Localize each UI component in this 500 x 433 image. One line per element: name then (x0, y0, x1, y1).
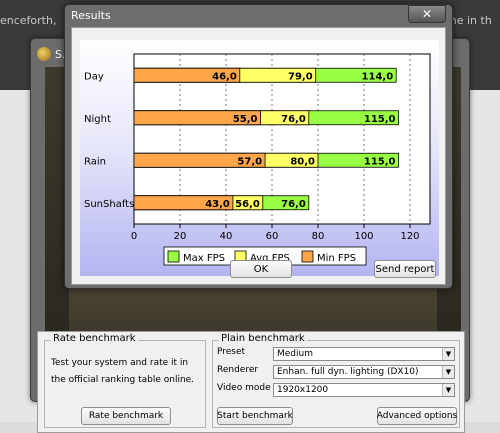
category-label: Night (84, 114, 111, 125)
category-label: SunShafts (84, 199, 134, 210)
plain-benchmark-group: Plain benchmark Preset Medium ▼ Renderer… (212, 333, 460, 428)
x-tick-label: 80 (312, 231, 325, 242)
results-window: Results ✕ 0 20 40 60 80 100 120 Day 114,0 79,0 46,… (64, 4, 453, 289)
renderer-value: Enhan. full dyn. lighting (DX10) (277, 367, 419, 377)
x-tick-label: 100 (354, 231, 373, 242)
send-report-button[interactable]: Send report (374, 260, 436, 278)
data-label: 114,0 (362, 71, 394, 82)
data-label: 56,0 (235, 199, 260, 210)
start-benchmark-button[interactable]: Start benchmark (217, 407, 293, 425)
preset-select[interactable]: Medium ▼ (273, 347, 455, 361)
rate-benchmark-description: Test your system and rate it in the offi… (51, 358, 195, 385)
rate-benchmark-group: Rate benchmark Test your system and rate… (44, 333, 206, 428)
renderer-label: Renderer (217, 365, 259, 375)
dropdown-arrow-icon[interactable]: ▼ (442, 348, 454, 360)
data-label: 80,0 (290, 156, 315, 167)
launcher-controls: Rate benchmark Test your system and rate… (37, 331, 465, 433)
x-tick-label: 60 (266, 231, 279, 242)
results-title: Results (71, 9, 111, 22)
data-label: 55,0 (233, 114, 258, 125)
category-label: Rain (84, 156, 106, 167)
x-tick-label: 20 (174, 231, 187, 242)
dropdown-arrow-icon[interactable]: ▼ (442, 384, 454, 396)
x-tick-label: 40 (220, 231, 233, 242)
data-label: 43,0 (205, 199, 230, 210)
background-text-left: enceforth, (0, 14, 57, 27)
category-label: Day (84, 71, 104, 82)
legend-swatch (301, 250, 314, 263)
launcher-titlebar: S. (37, 45, 65, 63)
preset-value: Medium (277, 349, 313, 359)
ok-button[interactable]: OK (230, 260, 292, 278)
dropdown-arrow-icon[interactable]: ▼ (442, 366, 454, 378)
legend-swatch (167, 250, 180, 263)
data-label: 79,0 (288, 71, 313, 82)
data-label: 115,0 (364, 114, 396, 125)
advanced-options-button[interactable]: Advanced options (377, 407, 457, 425)
close-icon[interactable]: ✕ (408, 5, 446, 23)
legend-label: Min FPS (317, 253, 356, 264)
x-tick-label: 0 (131, 231, 137, 242)
fps-chart: 0 20 40 60 80 100 120 Day 114,0 79,0 46,0 Night 115,… (84, 53, 431, 266)
x-tick-label: 120 (400, 231, 419, 242)
video-mode-label: Video mode (217, 383, 271, 393)
app-icon (37, 47, 51, 61)
rate-benchmark-button[interactable]: Rate benchmark (81, 407, 171, 425)
plain-benchmark-legend: Plain benchmark (219, 333, 307, 344)
preset-label: Preset (217, 347, 246, 357)
fps-chart-panel: 0 20 40 60 80 100 120 Day 114,0 79,0 46,0 Night 115,… (80, 40, 439, 276)
renderer-select[interactable]: Enhan. full dyn. lighting (DX10) ▼ (273, 365, 455, 379)
legend-label: Max FPS (183, 253, 225, 264)
video-mode-value: 1920x1200 (277, 385, 329, 395)
data-label: 115,0 (364, 156, 396, 167)
data-label: 76,0 (281, 199, 306, 210)
data-label: 57,0 (237, 156, 262, 167)
data-label: 76,0 (281, 114, 306, 125)
data-label: 46,0 (212, 71, 237, 82)
rate-benchmark-legend: Rate benchmark (51, 333, 138, 344)
results-client: 0 20 40 60 80 100 120 Day 114,0 79,0 46,0 Night 115,… (71, 27, 446, 285)
video-mode-select[interactable]: 1920x1200 ▼ (273, 383, 455, 397)
